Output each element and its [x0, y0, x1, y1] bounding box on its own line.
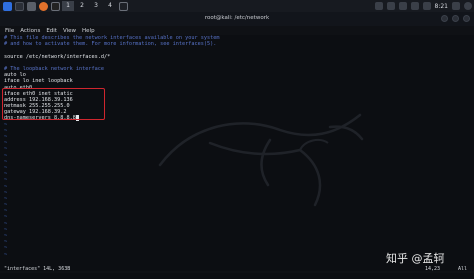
- volume-icon[interactable]: [398, 2, 407, 10]
- vim-status-line: "interfaces" 14L, 363B 14,23 All: [0, 265, 474, 273]
- workspace-3[interactable]: 3: [90, 1, 102, 11]
- editor-line-text: # The loopback network interface: [4, 65, 104, 72]
- minimize-button[interactable]: [441, 15, 448, 22]
- network-icon[interactable]: [422, 2, 431, 10]
- bottom-strip: [0, 273, 474, 279]
- workspace-2[interactable]: 2: [76, 1, 88, 11]
- editor-line-text: source /etc/network/interfaces.d/*: [4, 53, 111, 60]
- clock[interactable]: 8:21: [435, 3, 448, 10]
- workspace-4[interactable]: 4: [104, 1, 116, 11]
- taskbar-terminal-window-icon[interactable]: [119, 1, 128, 11]
- status-file-info: "interfaces" 14L, 363B: [4, 266, 71, 272]
- lock-icon[interactable]: [452, 2, 460, 10]
- status-cursor-position: 14,23: [425, 266, 441, 272]
- window-title: root@kali: /etc/network: [204, 15, 270, 21]
- workspace-switcher-icon[interactable]: [15, 1, 24, 11]
- battery-icon[interactable]: [410, 2, 419, 10]
- menu-help[interactable]: Help: [82, 28, 95, 34]
- watermark-logo: 知乎 @孟轲: [386, 252, 445, 265]
- close-button[interactable]: [463, 15, 470, 22]
- kali-menu-icon[interactable]: [3, 1, 12, 11]
- screen-icon[interactable]: [374, 2, 383, 10]
- highlight-box: [2, 88, 105, 120]
- editor-line: # and how to activate them. For more inf…: [4, 41, 220, 47]
- editor-content[interactable]: # This file describes the network interf…: [4, 35, 220, 258]
- workspace-1[interactable]: 1: [62, 1, 74, 11]
- top-panel: 1 2 3 4 8:21: [0, 0, 474, 12]
- power-icon[interactable]: [464, 2, 472, 10]
- status-scroll: All: [458, 266, 468, 272]
- menu-edit[interactable]: Edit: [46, 28, 57, 34]
- window-titlebar[interactable]: root@kali: /etc/network: [0, 12, 474, 26]
- firefox-icon[interactable]: [39, 1, 48, 11]
- menubar: File Actions Edit View Help: [0, 26, 474, 35]
- terminal-area[interactable]: # This file describes the network interf…: [0, 35, 474, 271]
- editor-line-text: # This file describes the network interf…: [4, 35, 220, 41]
- notification-icon[interactable]: [386, 2, 395, 10]
- terminal-launcher-icon[interactable]: [51, 1, 60, 11]
- editor-line-text: iface lo inet loopback: [4, 78, 73, 85]
- editor-line-text: auto lo: [4, 72, 26, 79]
- maximize-button[interactable]: [452, 15, 459, 22]
- menu-file[interactable]: File: [5, 28, 14, 34]
- file-manager-icon[interactable]: [27, 1, 36, 11]
- menu-actions[interactable]: Actions: [20, 28, 40, 34]
- menu-view[interactable]: View: [63, 28, 76, 34]
- editor-line-text: # and how to activate them. For more inf…: [4, 41, 217, 48]
- empty-line-tilde: ~: [4, 251, 8, 258]
